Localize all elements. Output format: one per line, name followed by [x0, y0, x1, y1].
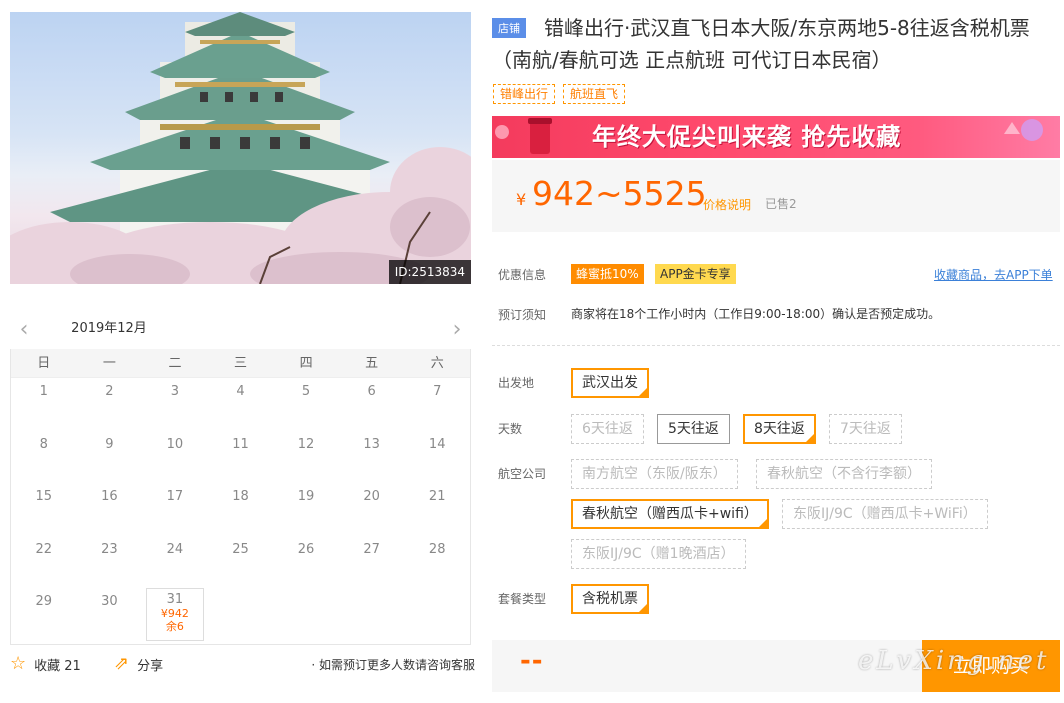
share-label: 分享	[137, 658, 164, 674]
calendar-day: 4	[236, 384, 245, 399]
calendar-day: 3	[170, 384, 180, 399]
calendar-weekday-row: 日 一 二 三 四 五 六	[11, 349, 470, 378]
calendar-day-number: 31	[166, 592, 184, 608]
days-option[interactable]: 5天往返	[657, 414, 730, 444]
sold-count: 已售2	[765, 197, 797, 211]
calendar-prev-button[interactable]: ‹	[14, 318, 34, 342]
product-actions: ☆ 收藏 21 ⇗ 分享 · 如需预订更多人数请咨询客服	[10, 654, 475, 676]
calendar-day: 16	[101, 489, 118, 505]
calendar-day: 22	[35, 541, 53, 557]
promo-banner[interactable]: 年终大促尖叫来袭 抢先收藏	[492, 116, 1060, 158]
departure-label: 出发地	[498, 376, 535, 390]
photo-id-badge: ID:2513834	[388, 260, 471, 284]
calendar-day-stock: 余6	[165, 620, 184, 634]
calendar-day: 21	[428, 489, 446, 505]
package-label: 套餐类型	[498, 592, 547, 606]
weekday-mon: 一	[102, 356, 116, 371]
product-tags: 错峰出行 航班直飞	[493, 84, 626, 104]
calendar: 日 一 二 三 四 五 六 1 2 3 4 5 6 7 8 9 10 11 12…	[10, 349, 471, 645]
calendar-day: 17	[166, 489, 184, 505]
calendar-day: 6	[367, 384, 376, 399]
calendar-day: 5	[301, 384, 311, 399]
calendar-day: 11	[232, 436, 249, 452]
calendar-day: 14	[428, 436, 446, 452]
calendar-day: 2	[105, 384, 114, 399]
booking-notice: 商家将在18个工作小时内（工作日9:00-18:00）确认是否预定成功。	[571, 307, 941, 321]
star-icon: ☆	[10, 653, 27, 674]
calendar-day: 23	[101, 541, 118, 557]
package-option[interactable]: 含税机票	[571, 584, 649, 616]
weekday-sat: 六	[430, 356, 444, 371]
calendar-day: 27	[363, 541, 380, 557]
calendar-day: 24	[166, 541, 184, 557]
airline-option[interactable]: 春秋航空（不含行李额）	[756, 459, 932, 489]
departure-option[interactable]: 武汉出发	[571, 368, 649, 400]
calendar-day: 28	[428, 541, 446, 557]
product-tag: 航班直飞	[563, 84, 626, 104]
weekday-wed: 三	[234, 356, 248, 371]
calendar-day: 18	[232, 489, 249, 505]
calendar-day: 25	[232, 541, 249, 557]
airline-option[interactable]: 东阪IJ/9C（赠西瓜卡+WiFi）	[782, 499, 988, 529]
price-explain-link[interactable]: 价格说明	[703, 196, 751, 213]
calendar-day: 19	[297, 489, 315, 505]
share-button[interactable]: ⇗ 分享	[114, 654, 163, 674]
divider	[492, 345, 1060, 346]
weekday-thu: 四	[299, 356, 313, 371]
group-booking-note: · 如需预订更多人数请咨询客服	[311, 658, 475, 672]
buy-price: --	[520, 646, 544, 676]
favorite-button[interactable]: ☆ 收藏 21	[10, 654, 81, 674]
banner-text: 年终大促尖叫来袭 抢先收藏	[592, 123, 902, 151]
product-tag: 错峰出行	[493, 84, 556, 104]
product-title: 错峰出行·武汉直飞日本大阪/东京两地5-8往返含税机票（南航/春航可选 正点航班…	[492, 16, 1030, 72]
promo-label: 优惠信息	[498, 268, 547, 282]
airline-option-selected[interactable]: 春秋航空（赠西瓜卡+wifi）	[571, 499, 769, 531]
calendar-day: 10	[166, 436, 184, 452]
days-label: 天数	[498, 422, 523, 436]
airline-option[interactable]: 南方航空（东阪/阪东）	[571, 459, 738, 489]
calendar-next-button[interactable]: ›	[447, 318, 467, 342]
favorite-label: 收藏 21	[34, 658, 81, 674]
days-option[interactable]: 6天往返	[571, 414, 644, 444]
calendar-day-price: ¥942	[160, 607, 189, 621]
price-box: ¥ 942~5525 价格说明 已售2	[492, 160, 1060, 232]
product-title-block: 店铺 错峰出行·武汉直飞日本大阪/东京两地5-8往返含税机票（南航/春航可选 正…	[492, 12, 1062, 72]
weekday-sun: 日	[37, 356, 51, 371]
promo-badge-honey: 蜂蜜抵10%	[571, 264, 644, 284]
promo-badge-app: APP金卡专享	[655, 264, 736, 284]
notice-label: 预订须知	[498, 308, 547, 322]
calendar-day: 20	[363, 489, 380, 505]
calendar-grid: 1 2 3 4 5 6 7 8 9 10 11 12 13 14 15 16 1…	[11, 378, 470, 641]
calendar-day: 12	[297, 436, 315, 452]
weekday-tue: 二	[168, 356, 182, 371]
calendar-day: 26	[297, 541, 315, 557]
calendar-day: 30	[101, 594, 118, 610]
calendar-day-available[interactable]: 31 ¥942 余6	[146, 588, 204, 641]
price-currency: ¥	[516, 190, 527, 209]
calendar-header: ‹ 2019年12月 ›	[10, 312, 471, 352]
calendar-month-tab[interactable]: 2019年12月	[62, 312, 156, 352]
osaka-castle-image	[10, 12, 471, 284]
price-range: 942~5525	[532, 174, 707, 213]
buy-bar: -- 立即购买	[492, 640, 1060, 692]
favorite-app-link[interactable]: 收藏商品，去APP下单	[934, 266, 1053, 283]
calendar-day: 8	[39, 436, 48, 452]
days-option[interactable]: 7天往返	[829, 414, 902, 444]
airline-option[interactable]: 东阪IJ/9C（赠1晚酒店）	[571, 539, 746, 569]
calendar-day: 7	[433, 384, 442, 399]
weekday-fri: 五	[365, 356, 379, 371]
calendar-day: 29	[35, 594, 53, 610]
days-option-selected[interactable]: 8天往返	[743, 414, 816, 446]
airline-label: 航空公司	[498, 467, 547, 481]
calendar-day: 1	[39, 384, 48, 399]
calendar-day: 13	[363, 436, 380, 452]
calendar-day: 15	[35, 489, 53, 505]
buy-now-button[interactable]: 立即购买	[922, 640, 1060, 692]
calendar-day: 9	[105, 436, 114, 452]
share-icon: ⇗	[114, 653, 130, 674]
product-photo[interactable]: ID:2513834	[10, 12, 471, 284]
